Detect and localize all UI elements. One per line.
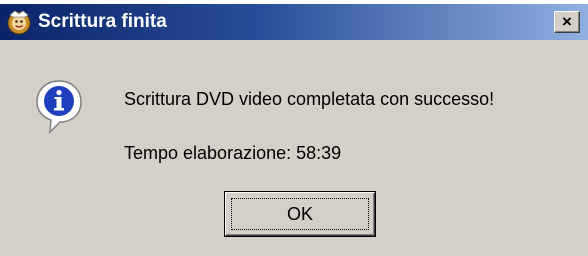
close-button[interactable]: × — [554, 11, 580, 33]
dvd-app-icon — [7, 10, 31, 35]
close-icon: × — [562, 12, 572, 31]
info-icon — [36, 80, 82, 134]
window-title: Scrittura finita — [38, 11, 167, 32]
elapsed-time-label: Tempo elaborazione: 58:39 — [124, 143, 342, 163]
ok-button-label: OK — [231, 198, 369, 230]
message-dialog: Scrittura finita × Scrittura DVD video c… — [0, 4, 588, 256]
title-bar[interactable]: Scrittura finita × — [0, 4, 588, 40]
dialog-message: Scrittura DVD video completata con succe… — [124, 89, 495, 109]
ok-button[interactable]: OK — [224, 191, 376, 237]
